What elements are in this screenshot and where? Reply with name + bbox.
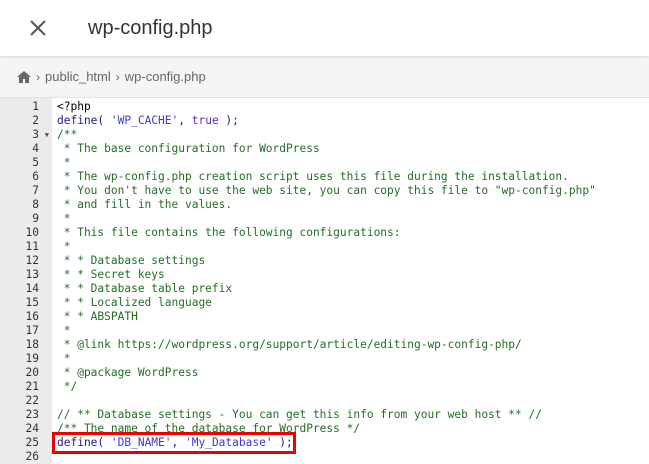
- line-number: 1: [32, 100, 39, 113]
- line-number: 20: [25, 366, 39, 379]
- line-number: 19: [25, 352, 39, 365]
- line-number: 15: [25, 296, 39, 309]
- code-line: *: [57, 352, 649, 366]
- code-line: * * Database table prefix: [57, 282, 649, 296]
- code-line: // ** Database settings - You can get th…: [57, 408, 649, 422]
- line-number: 24: [25, 422, 39, 435]
- code-line: * @link https://wordpress.org/support/ar…: [57, 338, 649, 352]
- code-line: * * ABSPATH: [57, 310, 649, 324]
- line-number: 3 ▼: [32, 128, 49, 142]
- code-line: * and fill in the values.: [57, 198, 649, 212]
- line-number: 2: [32, 114, 39, 127]
- line-number: 9: [32, 212, 39, 225]
- code-token: *: [57, 352, 71, 365]
- code-line: * You don't have to use the web site, yo…: [57, 184, 649, 198]
- code-token: // ** Database settings - You can get th…: [57, 408, 542, 421]
- code-editor[interactable]: 1 2 3 ▼ 4 5 6 7 8 9 10 11 12 13 14 15 16 17 18 19 20 21 22 23 24…: [0, 98, 649, 464]
- chevron-right-icon: ›: [115, 69, 120, 84]
- code-token: * * Database table prefix: [57, 282, 233, 295]
- line-number: 12: [25, 254, 39, 267]
- code-line: *: [57, 212, 649, 226]
- line-number: 4: [32, 142, 39, 155]
- code-token: * * ABSPATH: [57, 310, 138, 323]
- file-title: wp-config.php: [88, 16, 213, 39]
- code-token: *: [57, 324, 71, 337]
- line-number: 14: [25, 282, 39, 295]
- code-token: *: [57, 156, 71, 169]
- line-number-gutter: 1 2 3 ▼ 4 5 6 7 8 9 10 11 12 13 14 15 16 17 18 19 20 21 22 23 24…: [0, 98, 52, 464]
- code-token: *: [57, 240, 71, 253]
- line-number: 11: [25, 240, 39, 253]
- code-line: <?php: [57, 100, 649, 114]
- code-token: /**: [57, 128, 78, 141]
- code-line: define( 'WP_CACHE', true );: [57, 114, 649, 128]
- code-line: * * Database settings: [57, 254, 649, 268]
- code-token: * The base configuration for WordPress: [57, 142, 320, 155]
- code-token: true: [191, 114, 219, 127]
- code-token: );: [218, 114, 239, 127]
- line-number: 8: [32, 198, 39, 211]
- code-line: *: [57, 240, 649, 254]
- breadcrumb: › public_html › wp-config.php: [0, 56, 649, 98]
- line-number: 22: [25, 394, 39, 407]
- code-token: * * Secret keys: [57, 268, 165, 281]
- breadcrumb-wp-config[interactable]: wp-config.php: [125, 69, 206, 84]
- code-token: * @link https://wordpress.org/support/ar…: [57, 338, 522, 351]
- file-editor-header: wp-config.php: [0, 0, 649, 56]
- line-number: 18: [25, 338, 39, 351]
- code-token: * * Database settings: [57, 254, 206, 267]
- line-number: 21: [25, 380, 39, 393]
- fold-arrow-icon[interactable]: ▼: [45, 128, 49, 142]
- line-number: 5: [32, 156, 39, 169]
- line-number: 26: [25, 450, 39, 463]
- code-line: * The wp-config.php creation script uses…: [57, 170, 649, 184]
- home-icon[interactable]: [17, 70, 31, 83]
- line-number: 17: [25, 324, 39, 337]
- code-line: /**: [57, 128, 649, 142]
- line-number: 13: [25, 268, 39, 281]
- code-line: *: [57, 324, 649, 338]
- line-number: 10: [25, 226, 39, 239]
- code-token: */: [57, 380, 78, 393]
- breadcrumb-public-html[interactable]: public_html: [45, 69, 111, 84]
- code-token: <?php: [57, 100, 91, 113]
- line-number: 16: [25, 310, 39, 323]
- code-line: * This file contains the following confi…: [57, 226, 649, 240]
- code-line: *: [57, 156, 649, 170]
- code-area[interactable]: <?php define( 'WP_CACHE', true );/** * Th…: [52, 98, 649, 464]
- line-number: 7: [32, 184, 39, 197]
- close-icon[interactable]: [28, 18, 48, 38]
- code-token: * You don't have to use the web site, yo…: [57, 184, 596, 197]
- code-token: * The wp-config.php creation script uses…: [57, 170, 569, 183]
- code-token: * This file contains the following confi…: [57, 226, 401, 239]
- code-line: * * Secret keys: [57, 268, 649, 282]
- code-token: ,: [178, 114, 192, 127]
- line-number: 23: [25, 408, 39, 421]
- chevron-right-icon: ›: [36, 69, 40, 84]
- line-number: 6: [32, 170, 39, 183]
- code-line: * * Localized language: [57, 296, 649, 310]
- line-number: 25: [25, 436, 39, 449]
- highlight-box: [52, 432, 296, 454]
- code-token: * * Localized language: [57, 296, 212, 309]
- code-line: * @package WordPress: [57, 366, 649, 380]
- code-line: * The base configuration for WordPress: [57, 142, 649, 156]
- code-line: */: [57, 380, 649, 394]
- code-token: 'WP_CACHE': [110, 114, 179, 127]
- code-token: *: [57, 212, 71, 225]
- code-token: define(: [57, 114, 111, 127]
- code-token: * @package WordPress: [57, 366, 199, 379]
- code-token: * and fill in the values.: [57, 198, 233, 211]
